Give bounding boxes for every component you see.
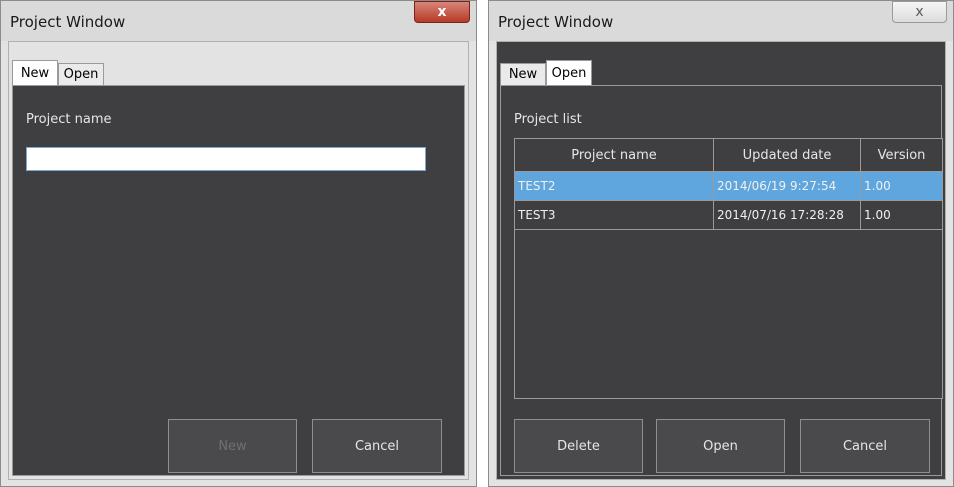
- project-window-open: Project Window x New Open Project list P…: [488, 0, 954, 487]
- tab-open[interactable]: Open: [58, 63, 104, 85]
- column-header-version[interactable]: Version: [861, 139, 942, 171]
- project-name-input[interactable]: [26, 147, 426, 171]
- cell-updated-date: 2014/06/19 9:27:54: [714, 172, 861, 200]
- tab-new[interactable]: New: [12, 60, 58, 85]
- project-window-new: Project Window x New Open Project name N…: [0, 0, 477, 487]
- tab-new[interactable]: New: [500, 63, 546, 85]
- delete-button[interactable]: Delete: [514, 419, 643, 473]
- title-bar[interactable]: Project Window x: [1, 1, 476, 41]
- window-client: New Open Project name New Cancel: [8, 41, 469, 480]
- close-icon[interactable]: x: [414, 1, 470, 23]
- column-header-updated-date[interactable]: Updated date: [714, 139, 861, 171]
- cell-project-name: TEST3: [515, 201, 714, 229]
- new-project-panel: Project name New Cancel: [12, 85, 465, 476]
- project-table[interactable]: Project name Updated date Version TEST2 …: [514, 138, 943, 399]
- window-title: Project Window: [498, 13, 614, 31]
- cancel-button[interactable]: Cancel: [312, 419, 442, 473]
- table-header: Project name Updated date Version: [515, 139, 942, 172]
- cell-version: 1.00: [864, 179, 891, 193]
- cancel-button[interactable]: Cancel: [800, 419, 930, 473]
- table-row[interactable]: TEST2 2014/06/19 9:27:54 1.00: [515, 172, 942, 201]
- cell-version: 1.00: [864, 208, 891, 222]
- tab-open[interactable]: Open: [546, 60, 592, 85]
- cell-project-name: TEST2: [515, 172, 714, 200]
- open-button[interactable]: Open: [656, 419, 785, 473]
- window-title: Project Window: [10, 13, 126, 31]
- project-list-label: Project list: [514, 112, 582, 127]
- close-icon[interactable]: x: [892, 1, 947, 23]
- cell-updated-date: 2014/07/16 17:28:28: [714, 201, 861, 229]
- open-project-panel: Project list Project name Updated date V…: [500, 85, 943, 476]
- new-button[interactable]: New: [168, 419, 297, 473]
- title-bar[interactable]: Project Window x: [489, 1, 953, 41]
- project-name-label: Project name: [26, 112, 112, 127]
- table-row[interactable]: TEST3 2014/07/16 17:28:28 1.00: [515, 201, 942, 230]
- column-header-project-name[interactable]: Project name: [515, 139, 714, 171]
- window-client: New Open Project list Project name Updat…: [496, 41, 946, 480]
